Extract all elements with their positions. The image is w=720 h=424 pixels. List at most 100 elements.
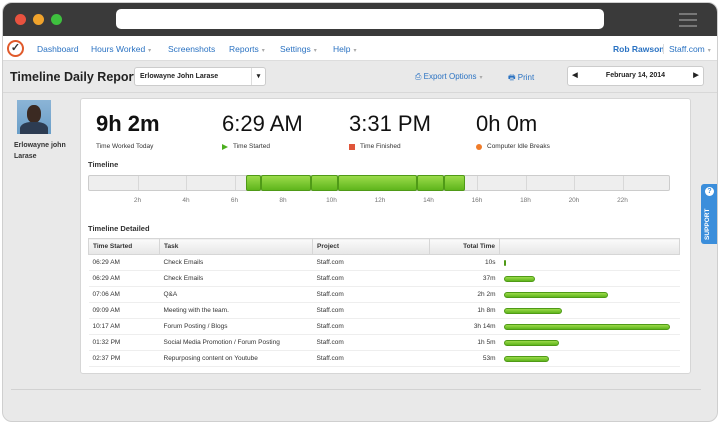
timeline-segment[interactable]: [246, 175, 262, 191]
company-menu[interactable]: Staff.com ▾: [663, 44, 711, 54]
cell-total-time: 1h 5m: [429, 334, 500, 351]
cell-project: Staff.com: [312, 318, 430, 335]
timeline-segment[interactable]: [338, 175, 418, 191]
prev-date-button[interactable]: ◀: [569, 67, 581, 85]
address-bar[interactable]: [116, 9, 604, 29]
toolbar: Timeline Daily Report Erlowayne John Lar…: [3, 61, 717, 93]
company-label: Staff.com: [669, 44, 705, 54]
timeline-tick-label: 4h: [182, 197, 190, 204]
timeline-segment[interactable]: [310, 175, 339, 191]
col-total-time[interactable]: Total Time: [429, 238, 500, 255]
nav-hours-worked[interactable]: Hours Worked ▾: [91, 44, 151, 54]
table-row[interactable]: 06:29 AM Check Emails Staff.com 37m: [88, 270, 680, 287]
timeline-heading: Timeline: [88, 160, 119, 169]
nav-dashboard[interactable]: Dashboard: [37, 44, 79, 54]
duration-bar: [503, 307, 562, 314]
cell-time-started: 07:06 AM: [88, 286, 160, 303]
nav-reports[interactable]: Reports ▾: [229, 44, 265, 54]
support-tab[interactable]: ? SUPPORT: [701, 184, 717, 244]
col-time-started[interactable]: Time Started: [88, 238, 160, 255]
timeline-segment[interactable]: [261, 175, 311, 191]
stat-label: Computer Idle Breaks: [487, 143, 550, 150]
cell-task: Social Media Promotion / Forum Posting: [159, 334, 313, 351]
close-window-button[interactable]: [15, 14, 26, 25]
chevron-down-icon: ▾: [353, 48, 357, 54]
timeline-tick-label: 10h: [326, 197, 337, 204]
staff-logo-icon[interactable]: ✓: [7, 40, 24, 57]
timeline-gridline: [574, 176, 575, 190]
nav-label: Reports: [229, 44, 259, 54]
cell-duration-bar: [499, 254, 680, 271]
menu-icon[interactable]: [679, 13, 697, 31]
timeline-tick-label: 18h: [520, 197, 531, 204]
next-date-button[interactable]: ▶: [690, 67, 702, 85]
nav-screenshots[interactable]: Screenshots: [168, 44, 215, 54]
table-row[interactable]: 06:29 AM Check Emails Staff.com 10s: [88, 254, 680, 271]
maximize-window-button[interactable]: [51, 14, 62, 25]
help-icon: ?: [705, 187, 714, 196]
cell-total-time: 3h 14m: [429, 318, 500, 335]
cell-project: Staff.com: [312, 270, 430, 287]
nav-label: Screenshots: [168, 44, 216, 54]
timeline-gridline: [622, 176, 624, 190]
cell-task: Check Emails: [159, 254, 313, 271]
stat-idle-breaks: 0h 0m Computer Idle Breaks: [476, 111, 550, 150]
cell-task: Repurposing content on Youtube: [159, 350, 313, 367]
cell-duration-bar: [499, 334, 680, 351]
timeline-tick-label: 6h: [230, 197, 239, 204]
minimize-window-button[interactable]: [33, 14, 44, 25]
user-menu[interactable]: Rob Rawson: [613, 44, 664, 54]
print-icon: 🖶: [508, 73, 518, 82]
nav-settings[interactable]: Settings ▾: [280, 44, 317, 54]
duration-bar: [503, 339, 560, 346]
chevron-down-icon: ▾: [313, 48, 317, 54]
nav-help[interactable]: Help ▾: [333, 44, 357, 54]
stat-time-finished: 3:31 PM Time Finished: [349, 111, 431, 150]
table-row[interactable]: 09:09 AM Meeting with the team. Staff.com 1…: [88, 302, 680, 319]
stat-label: Time Worked Today: [96, 143, 154, 150]
nav-label: Hours Worked: [91, 44, 146, 54]
timeline-tick-label: 16h: [471, 197, 483, 204]
timeline-gridline: [477, 176, 478, 190]
nav-label: Dashboard: [37, 44, 79, 54]
nav-label: Help: [333, 44, 351, 54]
chevron-down-icon: ▾: [707, 48, 711, 54]
col-task[interactable]: Task: [159, 238, 313, 255]
timeline-detailed-table: Time Started Task Project Total Time 06:…: [88, 238, 680, 367]
timeline-gridline: [525, 176, 527, 190]
export-options-button[interactable]: ⎙ Export Options ▾: [415, 72, 483, 82]
cell-total-time: 10s: [429, 254, 500, 271]
timeline-tick-label: 12h: [374, 197, 386, 204]
cell-time-started: 10:17 AM: [88, 318, 160, 335]
cell-project: Staff.com: [312, 302, 430, 319]
table-row[interactable]: 07:06 AM Q&A Staff.com 2h 2m: [88, 286, 680, 303]
stat-value: 9h 2m: [96, 111, 160, 136]
report-card: 9h 2m Time Worked Today 6:29 AM Time Start…: [80, 98, 691, 374]
cell-duration-bar: [499, 270, 680, 287]
cell-time-started: 06:29 AM: [88, 270, 160, 287]
duration-bar: [503, 275, 536, 282]
title-bar: [3, 3, 717, 36]
table-row[interactable]: 10:17 AM Forum Posting / Blogs Staff.com 3h…: [88, 318, 680, 335]
divider: [11, 389, 701, 390]
stat-value: 0h 0m: [476, 111, 538, 136]
cell-total-time: 37m: [429, 270, 500, 287]
print-button[interactable]: 🖶 Print: [508, 72, 534, 86]
timeline-gridline: [234, 176, 236, 190]
stat-label: Time Started: [233, 143, 270, 150]
cell-project: Staff.com: [312, 334, 430, 351]
col-project[interactable]: Project: [312, 238, 430, 255]
export-icon: ⎙: [415, 72, 424, 81]
employee-select[interactable]: Erlowayne John Larase ▾: [134, 67, 266, 86]
export-label: Export Options: [423, 72, 477, 81]
timeline-segment[interactable]: [417, 175, 444, 191]
cell-project: Staff.com: [312, 286, 430, 303]
date-picker[interactable]: ◀ February 14, 2014 ▶: [567, 66, 704, 86]
table-row[interactable]: 02:37 PM Repurposing content on Youtube St…: [88, 350, 680, 367]
cell-total-time: 1h 8m: [429, 302, 500, 319]
stop-icon: [349, 143, 355, 150]
timeline-segment[interactable]: [443, 175, 466, 191]
table-row[interactable]: 01:32 PM Social Media Promotion / Forum P…: [88, 334, 680, 351]
cell-duration-bar: [499, 318, 680, 335]
stat-time-worked: 9h 2m Time Worked Today: [96, 111, 160, 150]
